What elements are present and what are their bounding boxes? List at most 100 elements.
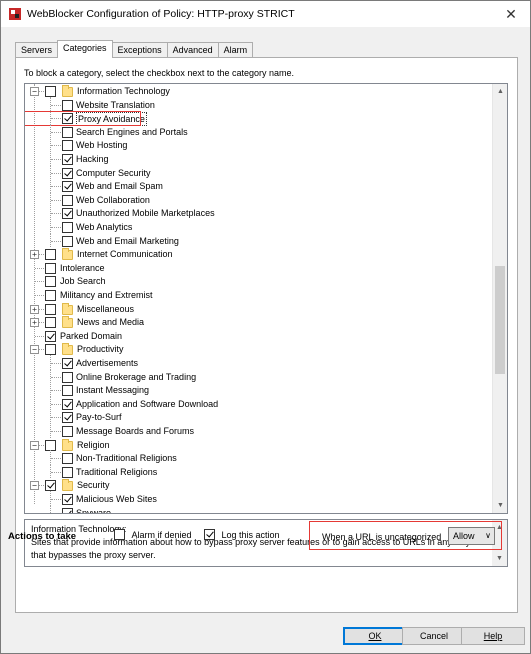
tab-servers[interactable]: Servers [15,42,59,58]
tree-row[interactable]: + Internet Communication [25,248,493,262]
tree-row[interactable]: Website Translation [25,96,493,113]
category-checkbox[interactable] [62,235,73,247]
category-tree[interactable]: − Information Technology Website Translati… [24,83,508,514]
category-label: Web Collaboration [76,194,150,205]
folder-icon [62,302,73,315]
tree-row[interactable]: Instant Messaging [25,382,493,398]
collapse-icon[interactable]: − [30,345,39,355]
instruction-text: To block a category, select the checkbox… [24,68,294,78]
cancel-button[interactable]: Cancel [402,627,466,645]
tree-row[interactable]: + News and Media [25,316,493,330]
category-checkbox[interactable] [62,126,73,138]
tree-row[interactable]: − Security [25,479,493,493]
category-checkbox[interactable] [45,344,56,356]
folder-icon [62,248,73,261]
tree-row[interactable]: Parked Domain [25,330,493,344]
tree-row[interactable]: Web and Email Spam [25,178,493,194]
tab-alarm[interactable]: Alarm [217,42,254,58]
category-checkbox[interactable] [62,385,73,397]
category-checkbox[interactable] [62,466,73,478]
expand-icon[interactable]: + [30,318,39,328]
tree-row[interactable]: Spyware [25,504,493,513]
tree-row[interactable]: Web Hosting [25,137,493,153]
tree-row[interactable]: Proxy Avoidance [25,110,493,127]
category-checkbox[interactable] [62,371,73,383]
category-checkbox[interactable] [45,249,56,261]
tree-row[interactable]: Unauthorized Mobile Marketplaces [25,205,493,221]
collapse-icon[interactable]: − [30,440,39,450]
alarm-if-denied-checkbox[interactable] [114,529,125,541]
category-checkbox[interactable] [62,140,73,152]
tree-row[interactable]: Online Brokerage and Trading [25,368,493,385]
category-checkbox[interactable] [62,167,73,179]
tree-scrollbar[interactable]: ▲ ▼ [492,84,507,513]
scroll-down-icon[interactable]: ▼ [493,498,507,513]
log-this-action-checkbox[interactable] [204,529,215,541]
scroll-up-icon[interactable]: ▲ [493,84,507,99]
tree-row[interactable]: Job Search [25,275,493,289]
tree-row[interactable]: Application and Software Download [25,395,493,412]
category-checkbox[interactable] [62,412,73,424]
app-icon [9,8,21,20]
category-checkbox[interactable] [45,317,56,329]
alarm-if-denied-option[interactable]: Alarm if denied [114,529,192,541]
category-label: Religion [77,439,110,450]
expand-icon[interactable]: + [30,250,39,260]
category-checkbox[interactable] [45,330,56,342]
category-checkbox[interactable] [45,303,56,315]
uncategorized-action-select[interactable]: Allow ∨ [448,527,495,545]
category-checkbox[interactable] [45,276,56,288]
category-checkbox[interactable] [45,480,56,492]
scroll-thumb[interactable] [495,266,505,374]
category-checkbox[interactable] [62,208,73,220]
tree-row[interactable]: Non-Traditional Religions [25,450,493,466]
expand-icon[interactable]: + [30,304,39,314]
category-checkbox[interactable] [62,99,73,111]
category-label: Web and Email Spam [76,181,163,192]
tab-advanced[interactable]: Advanced [166,42,219,58]
tree-row[interactable]: Hacking [25,151,493,167]
category-checkbox[interactable] [62,181,73,193]
tree-row[interactable]: Search Engines and Portals [25,123,493,140]
category-checkbox[interactable] [62,507,73,513]
tree-row[interactable]: Advertisements [25,355,493,371]
scroll-down-icon[interactable]: ▼ [492,551,507,566]
tree-row[interactable]: Web Collaboration [25,191,493,208]
tree-row[interactable]: − Information Technology [25,85,493,99]
tree-row[interactable]: Malicious Web Sites [25,491,493,507]
help-button[interactable]: Help [461,627,525,645]
category-checkbox[interactable] [62,222,73,233]
tree-row[interactable]: Intolerance [25,262,493,276]
category-checkbox[interactable] [62,398,73,410]
tree-row[interactable]: Traditional Religions [25,463,493,480]
category-checkbox[interactable] [45,439,56,451]
category-checkbox[interactable] [62,358,73,369]
category-label: Website Translation [76,99,155,110]
log-this-action-option[interactable]: Log this action [204,529,280,541]
ok-button[interactable]: OK [343,627,407,645]
tree-row[interactable]: Web Analytics [25,219,493,235]
category-checkbox[interactable] [62,453,73,465]
tree-guide-line [35,295,44,296]
tree-row[interactable]: − Religion [25,438,493,453]
tab-categories[interactable]: Categories [57,40,113,58]
category-checkbox[interactable] [62,426,73,437]
tree-row[interactable]: − Productivity [25,343,493,357]
category-label: Productivity [77,344,124,355]
tree-row[interactable]: Pay-to-Surf [25,409,493,425]
category-checkbox[interactable] [62,494,73,505]
category-checkbox[interactable] [45,262,56,274]
tab-exceptions[interactable]: Exceptions [111,42,168,58]
collapse-icon[interactable]: − [30,481,39,491]
category-checkbox[interactable] [62,154,73,165]
category-checkbox[interactable] [45,290,56,301]
collapse-icon[interactable]: − [30,87,39,96]
tree-row[interactable]: Web and Email Marketing [25,232,493,249]
close-button[interactable]: ✕ [492,1,530,27]
tree-row[interactable]: Computer Security [25,164,493,181]
tree-row[interactable]: Militancy and Extremist [25,289,493,303]
category-checkbox[interactable] [62,194,73,206]
tree-row[interactable]: + Miscellaneous [25,302,493,317]
category-checkbox[interactable] [45,86,56,97]
tree-row[interactable]: Message Boards and Forums [25,423,493,439]
